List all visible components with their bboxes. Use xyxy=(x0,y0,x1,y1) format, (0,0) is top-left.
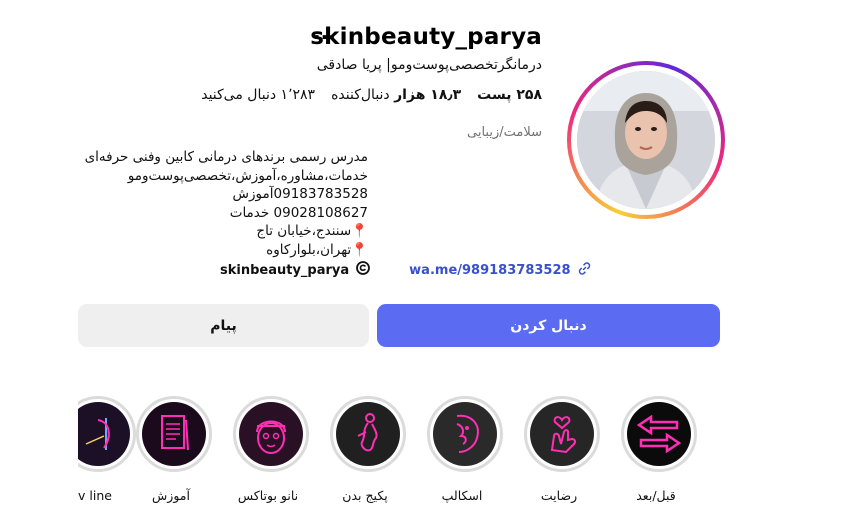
profile-bio: مدرس رسمی برندهای درمانی کابین وفنی حرفه… xyxy=(78,148,368,259)
document-icon xyxy=(142,402,206,466)
bio-line: 📍سنندج،خیابان تاج xyxy=(256,223,368,239)
profile-stats: ۲۵۸ پست ۱۸٫۳ هزار دنبال‌کننده ۱٬۲۸۳ دنبا… xyxy=(201,87,542,103)
following-count[interactable]: ۱٬۲۸۳ دنبال می‌کنید xyxy=(201,87,315,103)
avatar[interactable] xyxy=(577,71,715,209)
highlight-label: پکیج بدن xyxy=(342,488,388,503)
posts-count[interactable]: ۲۵۸ پست xyxy=(477,87,542,103)
profile-username[interactable]: skinbeauty_parya xyxy=(310,24,542,50)
bio-line: 09183783528آموزش xyxy=(232,186,368,202)
profile-full-name: درمانگرتخصصی‌پوست‌ومو| پریا صادقی xyxy=(316,57,542,73)
face-mask-icon xyxy=(239,402,303,466)
link-icon[interactable] xyxy=(577,261,592,280)
avatar-photo-icon xyxy=(577,71,715,209)
highlight-label: قبل/بعد xyxy=(636,488,676,503)
highlight-before-after[interactable] xyxy=(621,396,697,472)
highlight-education[interactable] xyxy=(136,396,212,472)
highlights-crop-mask xyxy=(0,390,78,529)
message-button[interactable]: پیام xyxy=(78,304,369,347)
threads-icon[interactable] xyxy=(355,260,371,280)
highlight-satisfaction[interactable] xyxy=(524,396,600,472)
highlight-label: نانو بوتاکس xyxy=(237,488,299,503)
followers-count[interactable]: ۱۸٫۳ هزار دنبال‌کننده xyxy=(331,87,461,103)
profile-links-row: skinbeauty_parya wa.me/989183783528 xyxy=(220,260,592,280)
highlight-label: اسکالپ xyxy=(441,488,483,503)
website-link[interactable]: wa.me/989183783528 xyxy=(409,263,570,278)
highlight-scalp[interactable] xyxy=(427,396,503,472)
body-icon xyxy=(336,402,400,466)
highlight-label: آموزش xyxy=(152,488,190,503)
highlight-body-package[interactable] xyxy=(330,396,406,472)
bio-line: خدمات،مشاوره،آموزش،تخصصی‌پوست‌ومو xyxy=(127,167,368,184)
more-horizontal-icon[interactable]: ··· xyxy=(313,25,336,49)
profile-category: سلامت/زیبایی xyxy=(467,125,542,140)
bio-line: 📍تهران،بلوارکاوه xyxy=(266,241,368,258)
threads-handle[interactable]: skinbeauty_parya xyxy=(220,263,349,278)
highlight-nano-botox[interactable] xyxy=(233,396,309,472)
profile-avatar-ring[interactable] xyxy=(567,61,725,219)
arrows-icon xyxy=(627,402,691,466)
follow-button[interactable]: دنبال کردن xyxy=(377,304,720,347)
bio-line: 09028108627 خدمات xyxy=(229,204,368,221)
highlight-label: رضایت xyxy=(540,488,578,503)
highlight-label: v line xyxy=(78,488,112,503)
bio-line: مدرس رسمی برندهای درمانی کابین وفنی حرفه… xyxy=(84,149,368,165)
avatar-border xyxy=(571,65,721,215)
face-icon xyxy=(433,402,497,466)
heart-hand-icon xyxy=(530,402,594,466)
